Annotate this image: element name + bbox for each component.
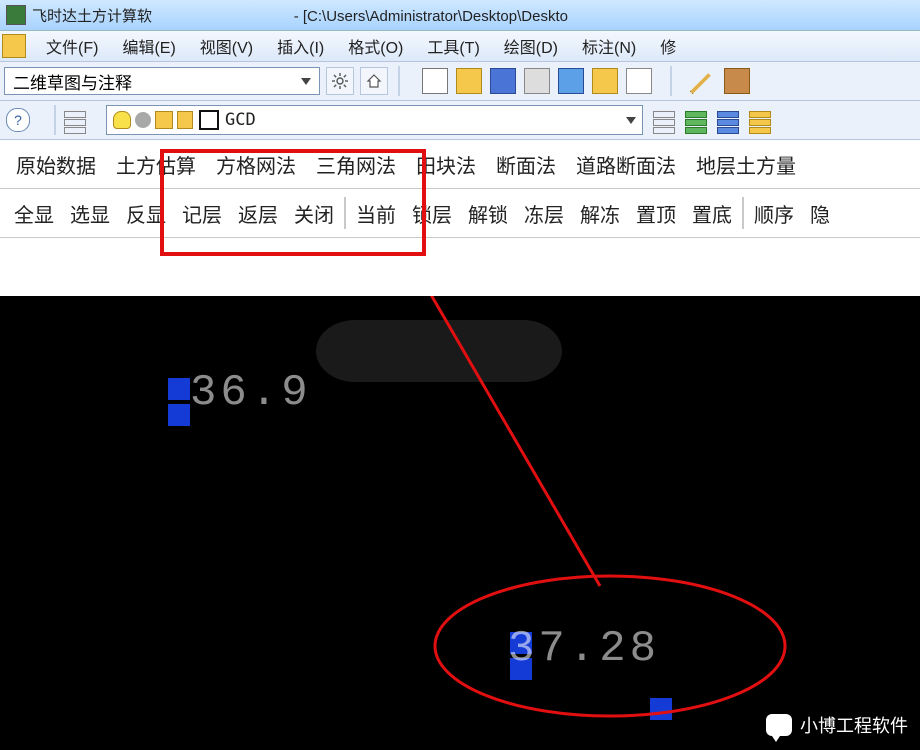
elevation-marker <box>168 404 190 426</box>
toolbar-workspace: 二维草图与注释 <box>0 62 920 101</box>
app-title: 飞时达土方计算软 - [C:\Users\Administrator\Deskt… <box>32 5 568 26</box>
layer-freeze-icon <box>135 112 151 128</box>
method-section[interactable]: 断面法 <box>486 150 566 179</box>
app-icon <box>6 5 26 25</box>
op-hide[interactable]: 隐 <box>802 199 838 228</box>
elevation-value: 36.9 <box>190 368 312 418</box>
menu-modify[interactable]: 修 <box>648 34 688 58</box>
help-icon[interactable]: ? <box>6 108 30 132</box>
layer-color-swatch <box>199 110 219 130</box>
menu-annotate[interactable]: 标注(N) <box>570 34 648 58</box>
toolbar-separator <box>670 66 672 96</box>
brush-icon[interactable] <box>724 68 750 94</box>
menu-draw[interactable]: 绘图(D) <box>492 34 570 58</box>
menu-insert[interactable]: 插入(I) <box>265 34 336 58</box>
menu-file[interactable]: 文件(F) <box>34 34 110 58</box>
layer-thaw-icon <box>155 111 173 129</box>
wechat-icon <box>766 714 792 736</box>
method-estimate[interactable]: 土方估算 <box>106 150 206 179</box>
layer-isolate-icon[interactable] <box>749 111 771 129</box>
pencil-icon[interactable] <box>690 68 716 94</box>
op-restore[interactable]: 返层 <box>230 199 286 228</box>
op-front[interactable]: 置顶 <box>628 199 684 228</box>
menu-format[interactable]: 格式(O) <box>336 34 415 58</box>
method-field[interactable]: 田块法 <box>406 150 486 179</box>
method-triangle[interactable]: 三角网法 <box>306 150 406 179</box>
redaction-blob <box>316 320 562 382</box>
layer-on-icon <box>113 111 131 129</box>
method-grid[interactable]: 方格网法 <box>206 150 306 179</box>
op-close[interactable]: 关闭 <box>286 199 342 228</box>
method-road-section[interactable]: 道路断面法 <box>566 150 686 179</box>
layer-filter-icon[interactable] <box>685 111 707 129</box>
elevation-marker <box>650 698 672 720</box>
op-show-sel[interactable]: 选显 <box>62 199 118 228</box>
op-show-all[interactable]: 全显 <box>6 199 62 228</box>
paste-icon[interactable] <box>592 68 618 94</box>
layer-name: GCD <box>225 110 256 130</box>
menu-view[interactable]: 视图(V) <box>188 34 265 58</box>
method-raw-data[interactable]: 原始数据 <box>6 150 106 179</box>
method-stratum[interactable]: 地层土方量 <box>686 150 806 179</box>
toolbar-layers: ? GCD <box>0 101 920 140</box>
home-icon[interactable] <box>360 67 388 95</box>
menubar: 文件(F) 编辑(E) 视图(V) 插入(I) 格式(O) 工具(T) 绘图(D… <box>0 31 920 62</box>
chevron-down-icon <box>301 78 311 85</box>
op-current[interactable]: 当前 <box>348 199 404 228</box>
op-back[interactable]: 置底 <box>684 199 740 228</box>
op-thaw[interactable]: 解冻 <box>572 199 628 228</box>
watermark-text: 小博工程软件 <box>800 712 908 738</box>
drawing-canvas[interactable]: 36.9 37.28 小博工程软件 <box>0 296 920 750</box>
toolbar-separator <box>398 66 400 96</box>
workspace-combo-label: 二维草图与注释 <box>13 69 132 94</box>
op-freeze[interactable]: 冻层 <box>516 199 572 228</box>
toolbar-separator <box>742 197 744 229</box>
chevron-down-icon <box>626 117 636 124</box>
standard-toolbar <box>422 66 750 96</box>
menu-edit[interactable]: 编辑(E) <box>110 34 187 58</box>
settings-gear-icon[interactable] <box>326 67 354 95</box>
toolbar-methods: 原始数据 土方估算 方格网法 三角网法 田块法 断面法 道路断面法 地层土方量 <box>0 140 920 189</box>
op-lock[interactable]: 锁层 <box>404 199 460 228</box>
elevation-marker <box>168 378 190 400</box>
layers-stack-icon[interactable] <box>64 111 86 129</box>
layer-combo[interactable]: GCD <box>106 105 643 135</box>
new-icon[interactable] <box>422 68 448 94</box>
op-invert[interactable]: 反显 <box>118 199 174 228</box>
titlebar: 飞时达土方计算软 - [C:\Users\Administrator\Deskt… <box>0 0 920 31</box>
op-unlock[interactable]: 解锁 <box>460 199 516 228</box>
toolbar-separator <box>344 197 346 229</box>
workspace-combo[interactable]: 二维草图与注释 <box>4 67 320 95</box>
copy-icon[interactable] <box>558 68 584 94</box>
layer-manager-icon[interactable] <box>717 111 739 129</box>
document-icon[interactable] <box>2 34 26 58</box>
toolbar-layer-ops: 全显 选显 反显 记层 返层 关闭 当前 锁层 解锁 冻层 解冻 置顶 置底 顺… <box>0 189 920 238</box>
toolbar-separator <box>54 105 56 135</box>
menu-tools[interactable]: 工具(T) <box>415 34 491 58</box>
print-icon[interactable] <box>524 68 550 94</box>
elevation-value: 37.28 <box>508 624 660 674</box>
layer-states-icon[interactable] <box>653 111 675 129</box>
layer-lock-icon <box>177 111 193 129</box>
cut-icon[interactable] <box>626 68 652 94</box>
open-icon[interactable] <box>456 68 482 94</box>
save-icon[interactable] <box>490 68 516 94</box>
watermark: 小博工程软件 <box>766 712 908 738</box>
op-remember[interactable]: 记层 <box>174 199 230 228</box>
op-order[interactable]: 顺序 <box>746 199 802 228</box>
